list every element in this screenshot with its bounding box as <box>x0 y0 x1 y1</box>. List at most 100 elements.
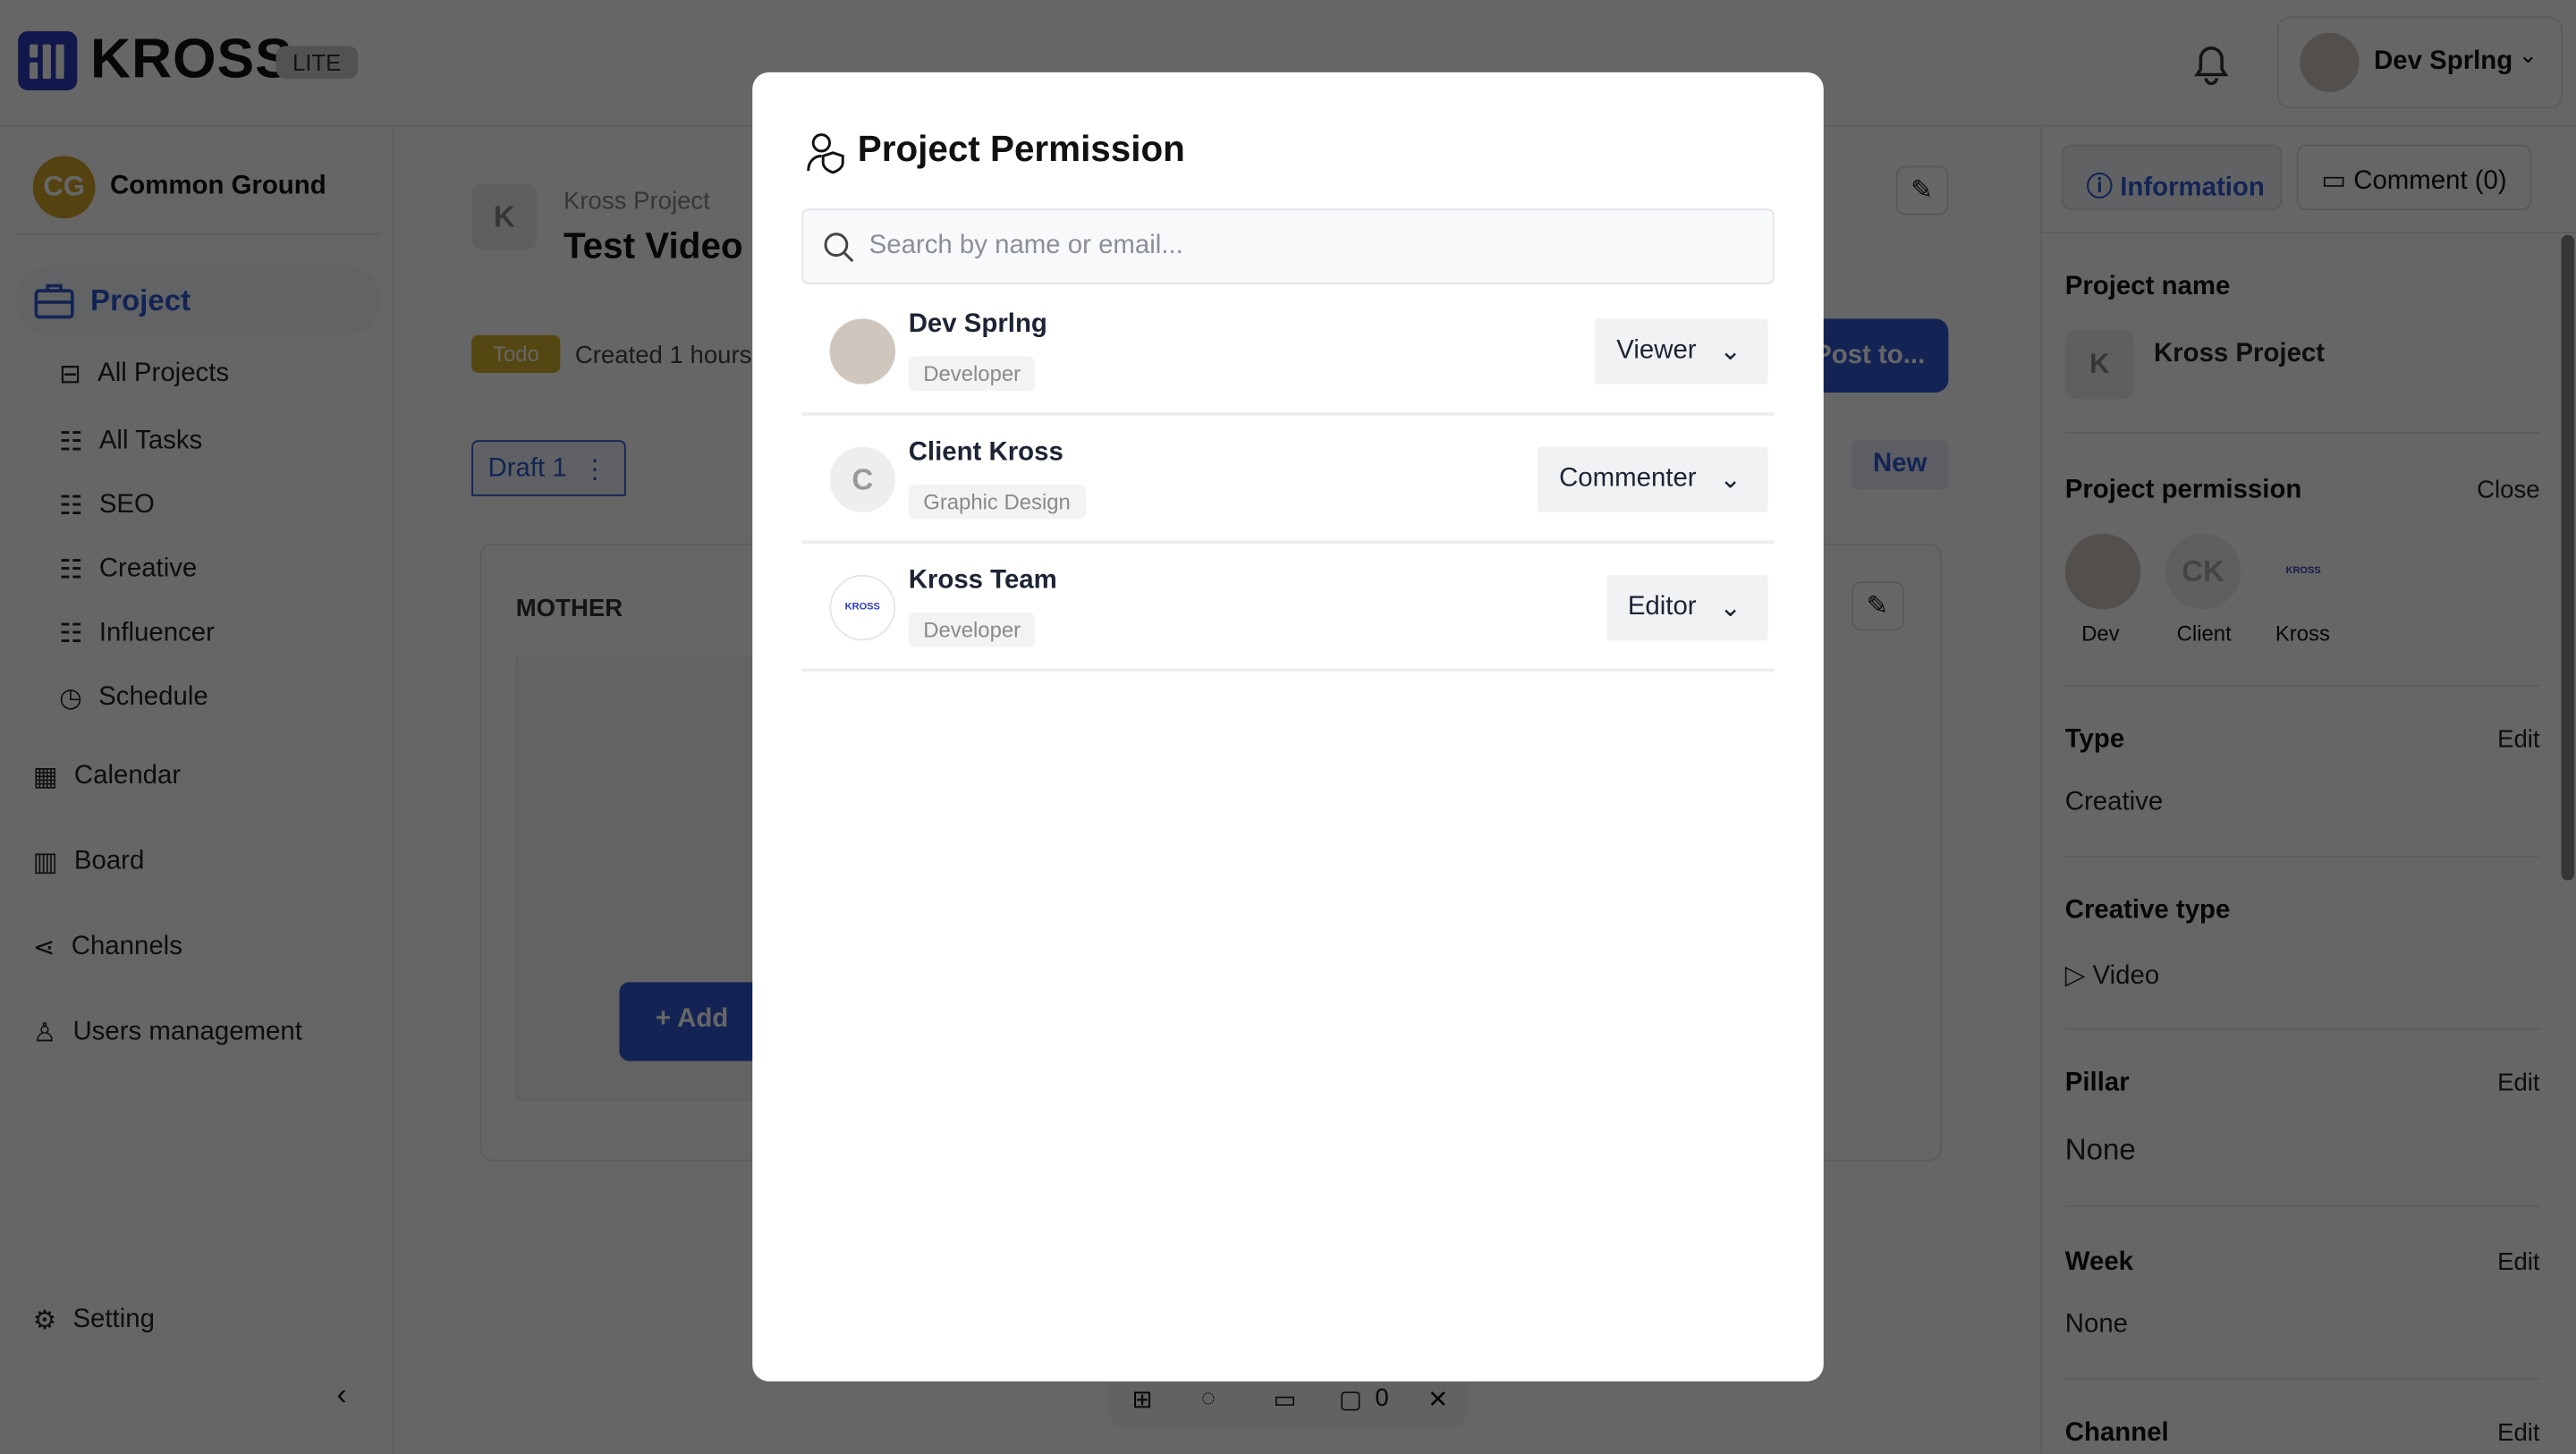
edit-title-button[interactable]: ✎ <box>1895 165 1949 216</box>
list-icon: ☷ <box>59 556 83 585</box>
section-title: MOTHER <box>515 594 623 623</box>
divider <box>2064 432 2540 434</box>
role-value: Viewer <box>1616 336 1697 365</box>
pillar-label: Pillar <box>2064 1069 2130 1097</box>
member-avatar-client[interactable]: CK <box>2165 533 2241 610</box>
close-icon[interactable]: ✕ <box>1428 1384 1448 1414</box>
edit-pillar-link[interactable]: Edit <box>2497 1069 2539 1097</box>
type-value: Creative <box>2064 788 2164 816</box>
role-select[interactable]: Commenter ⌄ <box>1538 446 1768 513</box>
sidebar-item-channels[interactable]: ⋖ Channels <box>33 931 182 964</box>
edit-channel-link[interactable]: Edit <box>2497 1419 2539 1447</box>
divider <box>2064 855 2540 858</box>
search-icon <box>824 232 854 263</box>
sidebar-item-all-tasks[interactable]: ☷ All Tasks <box>59 426 202 459</box>
tab-information[interactable]: ⓘ Information <box>2062 144 2283 211</box>
sidebar-item-calendar[interactable]: ▦ Calendar <box>33 760 181 793</box>
add-media-button[interactable]: + Add <box>619 982 767 1061</box>
plus-icon: + <box>655 1005 678 1034</box>
sidebar-item-project[interactable]: Project <box>16 266 382 335</box>
divider <box>2064 684 2540 687</box>
member-avatar <box>829 318 896 385</box>
briefcase-icon: ⊟ <box>59 361 81 390</box>
calendar-icon: ▦ <box>32 764 58 792</box>
sidebar-item-label: Creative <box>98 554 198 584</box>
modal-title: Project Permission <box>857 128 1185 170</box>
comment-count: 0 <box>1375 1384 1389 1413</box>
member-tag: Developer <box>908 613 1036 647</box>
check-circle-icon[interactable]: ◌ <box>1201 1384 1216 1412</box>
tab-draft-1[interactable]: Draft 1 ⋮ <box>471 440 626 496</box>
clock-icon: ◷ <box>59 684 82 714</box>
member-name: Kross Team <box>908 566 1057 595</box>
member-avatar-dev[interactable] <box>2064 533 2141 610</box>
kross-logo: KROSS <box>2285 566 2321 577</box>
info-icon: ⓘ <box>2086 173 2121 202</box>
creative-type-value: ▷ Video <box>2065 959 2159 993</box>
user-menu[interactable]: Dev Sprlng ⌄ <box>2276 16 2563 109</box>
pillar-value: None <box>2064 1133 2136 1167</box>
project-avatar: K <box>471 183 538 250</box>
edit-week-link[interactable]: Edit <box>2497 1248 2539 1276</box>
edit-section-button[interactable]: ✎ <box>1851 581 1904 631</box>
list-icon: ☷ <box>59 493 83 521</box>
chevron-down-icon: ⌄ <box>1719 594 1741 623</box>
list-icon: ☷ <box>59 428 83 457</box>
member-avatar: KROSS <box>829 574 896 641</box>
sidebar-item-label: All Tasks <box>98 427 203 455</box>
new-draft-button[interactable]: New <box>1851 440 1949 490</box>
share-icon: ⋖ <box>32 934 55 963</box>
member-name: Dev Sprlng <box>908 310 1047 339</box>
sidebar-item-setting[interactable]: ⚙ Setting <box>33 1304 155 1337</box>
sidebar-item-schedule[interactable]: ◷ Schedule <box>59 681 208 714</box>
lite-badge: LITE <box>275 46 358 80</box>
type-label: Type <box>2064 725 2125 755</box>
board-icon: ▥ <box>32 849 58 877</box>
comment-icon[interactable]: ▢ <box>1339 1384 1362 1414</box>
user-shield-icon <box>807 133 844 174</box>
search-field <box>801 208 1775 284</box>
sidebar-item-label: Board <box>73 847 145 875</box>
gear-icon: ⚙ <box>32 1307 57 1336</box>
member-name: Dev <box>2081 621 2120 646</box>
sidebar-item-label: Project <box>90 283 191 317</box>
scrollbar[interactable] <box>2561 234 2575 881</box>
sidebar-item-influencer[interactable]: ☷ Influencer <box>59 618 215 651</box>
sidebar-item-seo[interactable]: ☷ SEO <box>59 489 155 522</box>
workspace-avatar: CG <box>32 156 96 219</box>
sidebar-item-label: Schedule <box>98 683 208 712</box>
close-permission-link[interactable]: Close <box>2477 477 2539 504</box>
sidebar-item-label: Influencer <box>98 619 215 647</box>
sidebar-item-label: All Projects <box>97 359 230 388</box>
sidebar-item-all-projects[interactable]: ⊟ All Projects <box>59 358 229 391</box>
add-label: Add <box>677 1005 729 1034</box>
brand-name: KROSS <box>90 28 293 91</box>
sidebar-item-board[interactable]: ▥ Board <box>33 846 145 879</box>
collapse-sidebar-icon[interactable]: ‹ <box>337 1378 347 1413</box>
layout-icon[interactable]: ▭ <box>1273 1384 1296 1414</box>
status-badge[interactable]: Todo <box>471 334 561 373</box>
briefcase-icon <box>34 283 74 319</box>
sidebar-item-creative[interactable]: ☷ Creative <box>59 554 197 587</box>
right-panel: ⓘ Information ▭ Comment (0) Project name… <box>2040 126 2576 1454</box>
grid-icon[interactable]: ⊞ <box>1132 1384 1153 1414</box>
sidebar-item-users-management[interactable]: ♙ Users management <box>33 1017 302 1050</box>
chevron-down-icon: ⌄ <box>1719 338 1741 367</box>
workspace-name[interactable]: Common Ground <box>110 173 326 202</box>
tab-label: Comment (0) <box>2353 167 2507 196</box>
week-label: Week <box>2064 1247 2134 1277</box>
edit-type-link[interactable]: Edit <box>2497 726 2539 754</box>
role-select[interactable]: Editor ⌄ <box>1606 574 1768 641</box>
sidebar-item-label: Users management <box>72 1018 302 1046</box>
member-avatar-kross[interactable]: KROSS <box>2265 533 2342 610</box>
divider <box>2064 1205 2540 1207</box>
bell-icon[interactable] <box>2190 41 2233 87</box>
tab-comment[interactable]: ▭ Comment (0) <box>2296 144 2532 211</box>
more-vertical-icon[interactable]: ⋮ <box>581 453 607 486</box>
project-name-label: Project name <box>2064 272 2231 301</box>
week-value: None <box>2064 1310 2129 1339</box>
role-select[interactable]: Viewer ⌄ <box>1595 318 1768 385</box>
search-input[interactable] <box>869 210 1757 283</box>
list-icon: ☷ <box>59 621 83 649</box>
role-value: Editor <box>1627 593 1697 621</box>
